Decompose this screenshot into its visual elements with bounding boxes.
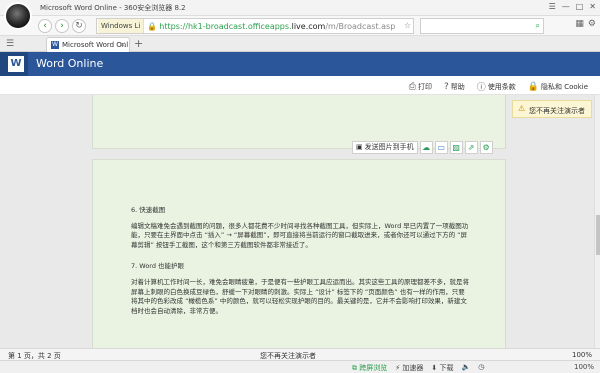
url-actions: ☆ (404, 21, 411, 30)
download-label: 下载 (439, 364, 454, 372)
accelerator-button[interactable]: ⚡ 加速器 (395, 363, 423, 373)
maximize-button[interactable]: □ (576, 2, 584, 11)
command-bar: ⎙ 打印 ? 帮助 ⓘ 使用条款 🔒 隐私和 Cookie (0, 76, 600, 95)
terms-label: 使用条款 (487, 82, 516, 91)
section-heading: 7. Word 也能护眼 (131, 262, 185, 271)
download-button[interactable]: ⬇ 下载 (431, 363, 453, 373)
document-canvas[interactable]: ▣ 发送图片到手机 ☁ ▭ ▨ ⇗ ⚙ 6. 快速截图 编辑文稿难免会遇到截图的问… (0, 95, 594, 348)
document-page-2: 6. 快速截图 编辑文稿难免会遇到截图的问题，很多人都花费不少时间寻找各种截图工… (92, 159, 506, 348)
search-icon[interactable]: ⌕ (536, 21, 540, 31)
cloud-icon[interactable]: ☁ (419, 140, 433, 154)
notice-text: 您不再关注演示者 (529, 107, 585, 115)
print-button[interactable]: ⎙ 打印 (409, 80, 432, 93)
send-to-phone-button[interactable]: ▣ 发送图片到手机 (352, 140, 418, 154)
app-launcher[interactable]: W (0, 52, 28, 76)
url-prefix: https://hk1-broadcast.officeapps. (159, 21, 292, 31)
privacy-button[interactable]: 🔒 隐私和 Cookie (528, 80, 588, 93)
app-title[interactable]: Word Online (36, 57, 103, 70)
accelerator-label: 加速器 (402, 364, 424, 372)
url-path: /m/Broadcast.asp (325, 21, 396, 31)
browser-zoom[interactable]: 100% (574, 363, 594, 371)
privacy-label: 隐私和 Cookie (541, 82, 588, 91)
share-icon[interactable]: ⇗ (464, 140, 478, 154)
browser-toolbar: ‹ › ↻ Windows Li 🔒 https://hk1-broadcast… (0, 16, 600, 36)
url-host: live.com (291, 21, 326, 31)
lock-icon[interactable]: 🔒 (147, 22, 157, 31)
address-bar[interactable]: Windows Li 🔒 https://hk1-broadcast.offic… (96, 18, 414, 34)
tab-word-online[interactable]: W Microsoft Word Onl × (46, 37, 130, 52)
app-header: W Word Online (0, 52, 600, 76)
refresh-button[interactable]: ↻ (72, 19, 86, 33)
user-avatar[interactable] (4, 2, 32, 30)
new-tab-button[interactable]: + (134, 37, 143, 50)
tab-label: Microsoft Word Onl (62, 41, 129, 49)
presenter-notice: ⚠ 您不再关注演示者 (512, 100, 592, 118)
window-title: Microsoft Word Online - 360安全浏览器 8.2 (40, 4, 186, 12)
browser-statusbar: ⧉ 跨屏浏览 ⚡ 加速器 ⬇ 下载 🔈 ◷ 100% (0, 360, 600, 373)
speaker-icon[interactable]: 🔈 (461, 363, 470, 373)
save-icon[interactable]: ▭ (434, 140, 448, 154)
section-paragraph: 编辑文稿难免会遇到截图的问题，很多人都花费不少时间寻找各种截图工具，但实际上，W… (131, 221, 469, 249)
minimize-button[interactable]: — (562, 2, 570, 11)
warning-icon: ⚠ (518, 104, 526, 113)
browser-status-items: ⧉ 跨屏浏览 ⚡ 加速器 ⬇ 下载 🔈 ◷ (352, 363, 484, 373)
cross-screen-button[interactable]: ⧉ 跨屏浏览 (352, 363, 387, 373)
image-icon[interactable]: ▨ (449, 140, 463, 154)
vertical-scrollbar[interactable] (594, 95, 600, 348)
tab-bar: ☰ W Microsoft Word Onl × + (0, 36, 600, 52)
document-content: 6. 快速截图 编辑文稿难免会遇到截图的问题，很多人都花费不少时间寻找各种截图工… (131, 206, 471, 328)
word-favicon-icon: W (51, 41, 59, 49)
close-window-button[interactable]: ✕ (589, 2, 596, 11)
tab-list-icon[interactable]: ☰ (6, 39, 14, 49)
phone-icon: ▣ (356, 143, 363, 151)
section-paragraph: 对着计算机工作时间一长，难免会眼睛疲惫，于是便有一些护眼工具应运而出。其实这些工… (131, 277, 469, 315)
info-icon: ⓘ (476, 83, 486, 93)
help-label: 帮助 (450, 82, 465, 91)
back-button[interactable]: ‹ (38, 19, 52, 33)
send-to-phone-label: 发送图片到手机 (364, 143, 414, 151)
zoom-level[interactable]: 100% (572, 351, 592, 359)
url-text[interactable]: https://hk1-broadcast.officeapps.live.co… (159, 22, 395, 31)
section-heading: 6. 快速截图 (131, 206, 166, 214)
extension-icon[interactable]: ⚙ (588, 19, 596, 29)
command-group: ⎙ 打印 ? 帮助 ⓘ 使用条款 🔒 隐私和 Cookie (409, 80, 588, 94)
grid-icon[interactable]: ▦ (575, 19, 584, 29)
lock-icon: 🔒 (527, 81, 540, 92)
mode-badge[interactable]: Windows Li (98, 19, 145, 33)
clock-icon[interactable]: ◷ (478, 363, 484, 373)
menu-icon[interactable]: ☰ (549, 2, 556, 11)
cross-screen-label: 跨屏浏览 (359, 364, 388, 372)
bookmark-star-icon[interactable]: ☆ (404, 21, 411, 30)
help-icon: ? (444, 81, 449, 92)
forward-button[interactable]: › (55, 19, 69, 33)
search-input[interactable]: ⌕ (420, 18, 544, 34)
document-statusbar: 第 1 页，共 2 页 您不再关注演示者 100% (0, 348, 600, 360)
window-controls: ☰ — □ ✕ (549, 2, 596, 11)
browser-tools: ▦ ⚙ (575, 19, 596, 29)
print-label: 打印 (418, 82, 432, 91)
print-icon: ⎙ (408, 81, 416, 92)
word-logo-icon: W (8, 56, 24, 72)
page-toolbar: ▣ 发送图片到手机 ☁ ▭ ▨ ⇗ ⚙ (352, 140, 493, 154)
settings-icon[interactable]: ⚙ (479, 140, 493, 154)
scrollbar-thumb[interactable] (596, 215, 600, 255)
tab-close-icon[interactable]: × (119, 40, 126, 49)
terms-button[interactable]: ⓘ 使用条款 (476, 80, 516, 94)
window-titlebar: Microsoft Word Online - 360安全浏览器 8.2 ☰ —… (0, 0, 600, 30)
help-button[interactable]: ? 帮助 (444, 80, 465, 93)
